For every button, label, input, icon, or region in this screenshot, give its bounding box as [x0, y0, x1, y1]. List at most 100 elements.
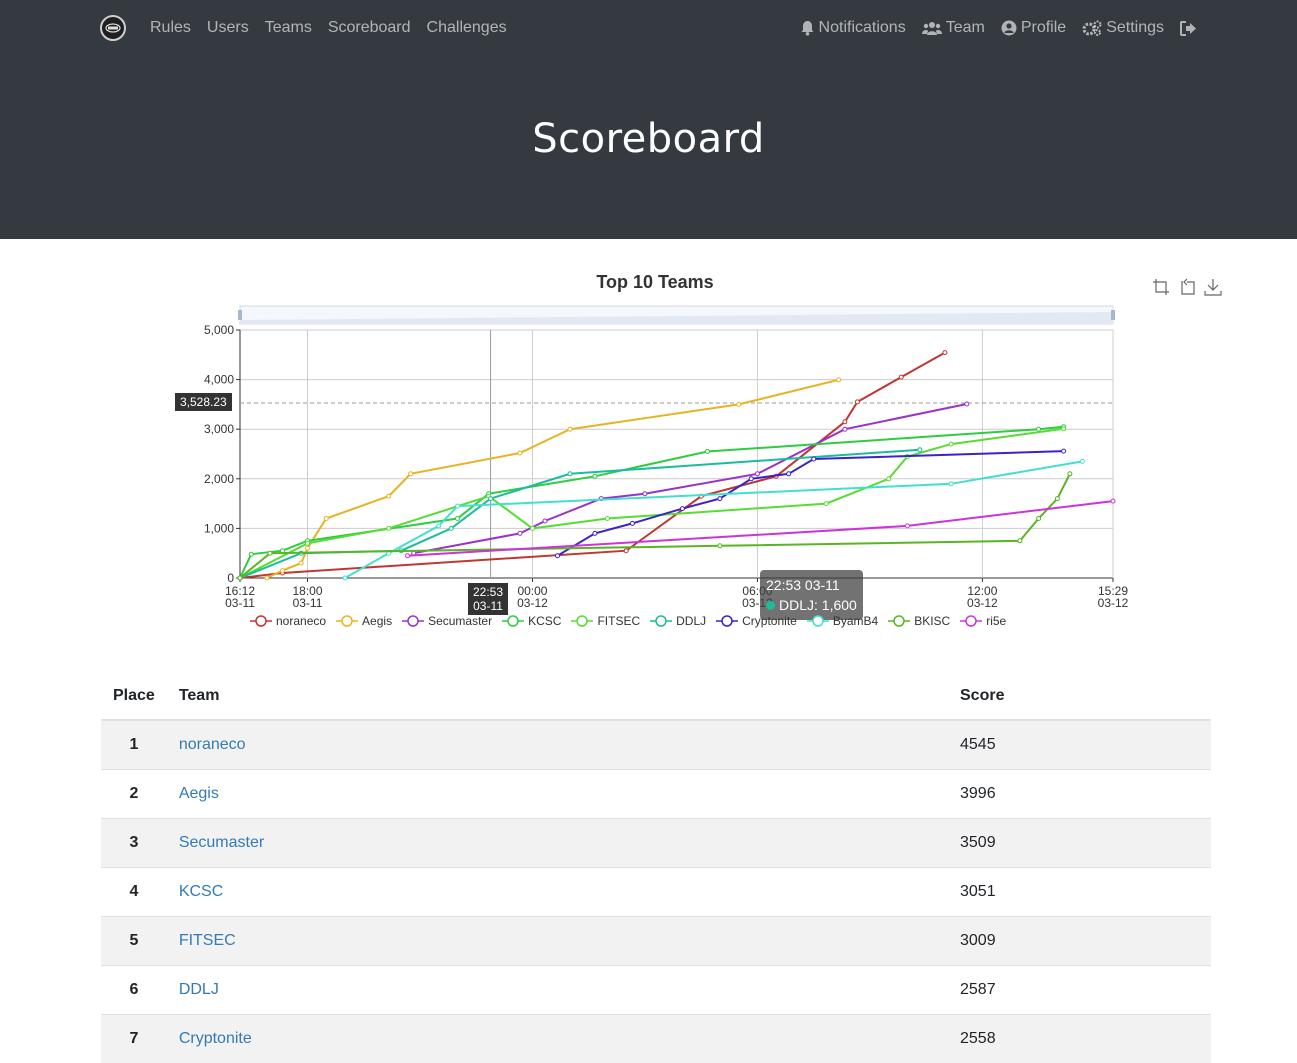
- chart-point: [749, 477, 753, 481]
- chart-zoom-handle-left: [238, 310, 242, 320]
- legend-marker-icon: [402, 615, 424, 627]
- chart-point: [605, 517, 609, 521]
- legend-item-aegis[interactable]: Aegis: [336, 614, 392, 628]
- chart-tooltip: 22:53 03-11 DDLJ: 1,600: [760, 570, 863, 620]
- chart-point: [518, 451, 522, 455]
- chart-point: [1037, 517, 1041, 521]
- chart-point: [1055, 497, 1059, 501]
- navbar: Rules Users Teams Scoreboard Challenges …: [0, 0, 1297, 56]
- nav-rules-link[interactable]: Rules: [150, 19, 191, 37]
- chart-point: [1037, 427, 1041, 431]
- chart-point: [1018, 539, 1022, 543]
- chart-point: [1062, 449, 1066, 453]
- team-link[interactable]: KCSC: [179, 883, 223, 900]
- page-title: Scoreboard: [0, 116, 1297, 162]
- chart-x-tick-label: 03-12: [967, 596, 998, 610]
- chart-point: [437, 524, 441, 528]
- table-row: 1 noraneco 4545: [101, 720, 1211, 770]
- chart-point: [531, 526, 535, 530]
- legend-marker-icon: [888, 615, 910, 627]
- chart-point: [518, 531, 522, 535]
- chart-x-tick-label: 03-11: [225, 596, 255, 610]
- legend-item-secumaster[interactable]: Secumaster: [402, 614, 492, 628]
- logout-icon: [1180, 21, 1197, 36]
- team-link[interactable]: noraneco: [179, 736, 246, 753]
- chart-series-line-kcsc: [240, 427, 1064, 578]
- chart-point: [387, 494, 391, 498]
- legend-label: Secumaster: [428, 614, 492, 628]
- place-column-header: Place: [101, 673, 167, 720]
- team-column-header: Team: [167, 673, 948, 720]
- place-cell: 6: [101, 966, 167, 1015]
- score-cell: 2587: [948, 966, 1211, 1015]
- legend-item-noraneco[interactable]: noraneco: [250, 614, 326, 628]
- ctf-logo-icon[interactable]: [100, 15, 126, 41]
- chart-point: [1080, 459, 1084, 463]
- chart-point: [718, 497, 722, 501]
- chart-point: [899, 375, 903, 379]
- team-link[interactable]: Aegis: [179, 785, 219, 802]
- team-link[interactable]: FITSEC: [179, 932, 236, 949]
- legend-marker-icon: [807, 615, 829, 627]
- nav-team-link[interactable]: Team: [922, 19, 985, 37]
- legend-item-fitsec[interactable]: FITSEC: [571, 614, 640, 628]
- place-cell: 7: [101, 1015, 167, 1063]
- legend-label: ri5e: [986, 614, 1006, 628]
- nav-settings-label: Settings: [1106, 19, 1164, 37]
- chart-point: [299, 561, 303, 565]
- nav-notifications-link[interactable]: Notifications: [800, 19, 906, 37]
- nav-scoreboard-link[interactable]: Scoreboard: [328, 19, 411, 37]
- legend-item-cryptonite[interactable]: Cryptonite: [716, 614, 797, 628]
- nav-user-links: Notifications Team Profile Settings: [784, 0, 1201, 56]
- chart-point: [281, 569, 285, 573]
- team-link[interactable]: DDLJ: [179, 981, 219, 998]
- team-cell: Cryptonite: [167, 1015, 948, 1063]
- chart-legend: noraneco Aegis Secumaster KCSC FITSEC DDLJ Cry…: [250, 614, 1016, 628]
- nav-challenges-link[interactable]: Challenges: [427, 19, 507, 37]
- legend-item-ddlj[interactable]: DDLJ: [650, 614, 706, 628]
- legend-marker-icon: [336, 615, 358, 627]
- chart-point: [268, 551, 272, 555]
- chart-point: [543, 519, 547, 523]
- place-cell: 3: [101, 819, 167, 868]
- team-cell: DDLJ: [167, 966, 948, 1015]
- legend-item-kcsc[interactable]: KCSC: [502, 614, 561, 628]
- users-icon: [922, 21, 942, 36]
- chart-cursor-x-date: 03-11: [473, 599, 503, 613]
- table-row: 2 Aegis 3996: [101, 770, 1211, 819]
- legend-item-byamb4[interactable]: ByamB4: [807, 614, 878, 628]
- chart-point: [855, 400, 859, 404]
- table-row: 3 Secumaster 3509: [101, 819, 1211, 868]
- nav-teams-link[interactable]: Teams: [265, 19, 312, 37]
- nav-users-link[interactable]: Users: [207, 19, 249, 37]
- team-link[interactable]: Cryptonite: [179, 1030, 252, 1047]
- chart-y-tick-label: 1,000: [204, 521, 234, 535]
- chart-point: [556, 554, 560, 558]
- chart-y-tick-label: 4,000: [204, 373, 234, 387]
- chart-point: [718, 544, 722, 548]
- nav-profile-link[interactable]: Profile: [1001, 19, 1066, 37]
- chart-y-tick-label: 5,000: [204, 323, 234, 337]
- chart-point: [456, 517, 460, 521]
- nav-settings-link[interactable]: Settings: [1082, 19, 1164, 37]
- chart-point: [593, 474, 597, 478]
- chart-canvas[interactable]: 01,0002,0003,0004,0005,00016:1203-1118:0…: [160, 262, 1230, 642]
- legend-item-bkisc[interactable]: BKISC: [888, 614, 950, 628]
- chart-point: [949, 482, 953, 486]
- chart-series-line-bkisc: [240, 474, 1070, 578]
- nav-notifications-label: Notifications: [819, 19, 906, 37]
- legend-marker-icon: [716, 615, 738, 627]
- chart-point: [456, 504, 460, 508]
- chart-point: [1062, 427, 1066, 431]
- chart-point: [949, 442, 953, 446]
- place-cell: 5: [101, 917, 167, 966]
- legend-item-ri5e[interactable]: ri5e: [960, 614, 1006, 628]
- gears-icon: [1082, 20, 1102, 36]
- chart-point: [343, 576, 347, 580]
- tooltip-title: 22:53 03-11: [766, 575, 857, 595]
- chart-point: [812, 457, 816, 461]
- chart-point: [409, 472, 413, 476]
- nav-logout-link[interactable]: [1180, 21, 1201, 36]
- chart-x-tick-label: 03-12: [1098, 596, 1129, 610]
- team-link[interactable]: Secumaster: [179, 834, 264, 851]
